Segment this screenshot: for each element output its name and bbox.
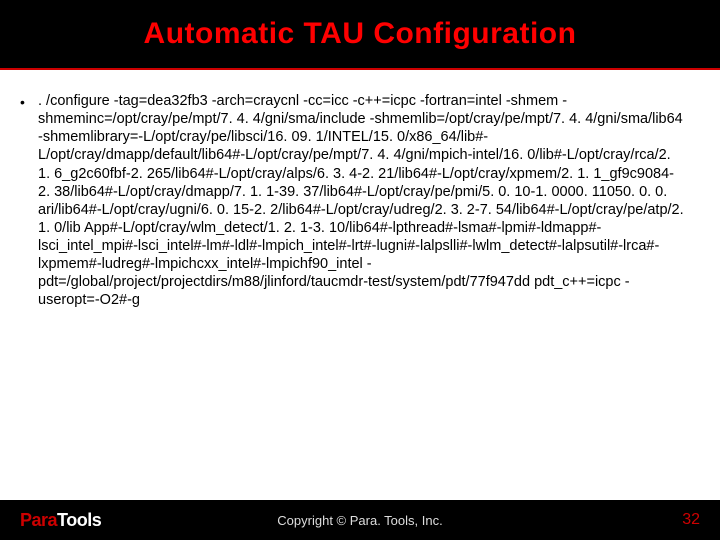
logo-text-para: Para <box>20 510 57 531</box>
title-bar: Automatic TAU Configuration <box>0 0 720 70</box>
page-number: 32 <box>682 511 700 529</box>
paratools-logo: Para Tools <box>20 510 101 531</box>
content-area: • . /configure -tag=dea32fb3 -arch=crayc… <box>0 70 720 540</box>
copyright-text: Copyright © Para. Tools, Inc. <box>277 513 442 528</box>
bullet-icon: • <box>20 92 38 530</box>
slide: Automatic TAU Configuration • . /configu… <box>0 0 720 540</box>
slide-title: Automatic TAU Configuration <box>144 17 577 51</box>
footer-bar: Para Tools Copyright © Para. Tools, Inc.… <box>0 500 720 540</box>
logo-text-tools: Tools <box>57 510 101 531</box>
configure-command-text: . /configure -tag=dea32fb3 -arch=craycnl… <box>38 92 686 530</box>
